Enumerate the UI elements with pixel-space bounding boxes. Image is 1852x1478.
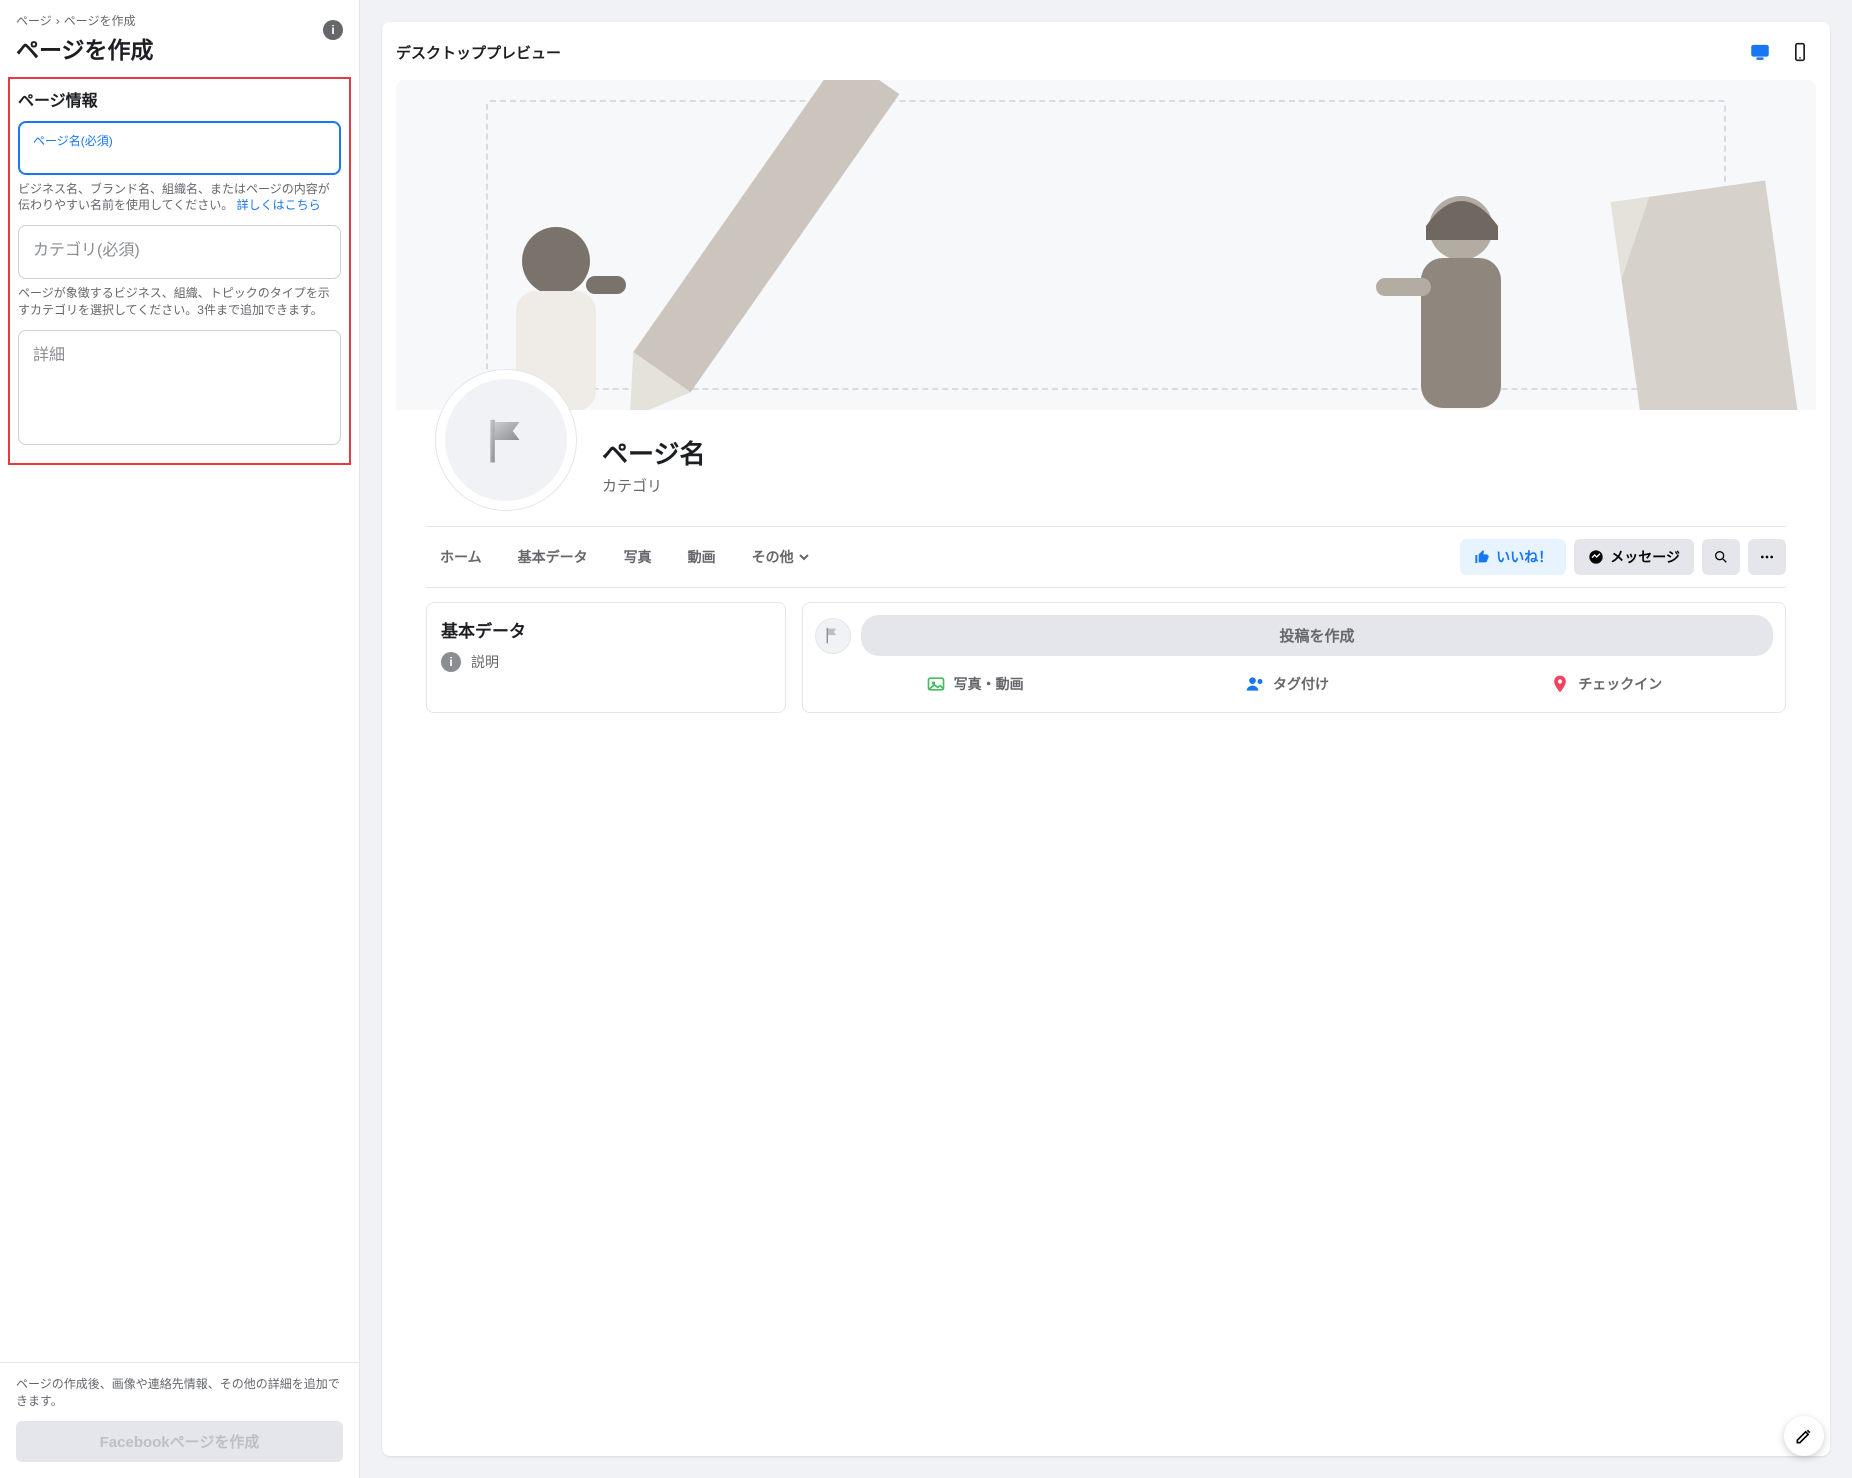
avatar-placeholder <box>445 379 567 501</box>
preview-title: デスクトッププレビュー <box>396 42 561 63</box>
composer-checkin-label: チェックイン <box>1578 674 1662 694</box>
search-button[interactable] <box>1702 539 1740 575</box>
page-name-preview: ページ名 <box>602 434 705 471</box>
flag-icon <box>822 625 844 647</box>
page-name-label: ページ名(必須) <box>33 132 326 149</box>
device-toggle <box>1744 36 1816 68</box>
content-columns: 基本データ i 説明 投稿を作成 <box>426 602 1786 713</box>
tab-more[interactable]: その他 <box>738 533 824 581</box>
cover-photo-placeholder <box>396 80 1816 410</box>
chevron-down-icon <box>798 551 810 563</box>
create-page-button[interactable]: Facebookページを作成 <box>16 1421 343 1462</box>
profile-avatar <box>436 370 576 510</box>
message-button[interactable]: メッセージ <box>1574 539 1694 575</box>
about-description-row: i 説明 <box>441 652 771 672</box>
category-helper: ページが象徴するビジネス、組織、トピックのタイプを示すカテゴリを選択してください… <box>18 285 341 317</box>
page-name-field[interactable]: ページ名(必須) <box>18 121 341 175</box>
page-info-section: ページ情報 ページ名(必須) ビジネス名、ブランド名、組織名、またはページの内容… <box>8 77 351 465</box>
thumbs-up-icon <box>1474 549 1490 565</box>
tag-people-icon <box>1245 674 1265 694</box>
messenger-icon <box>1588 549 1604 565</box>
description-field[interactable]: 詳細 <box>18 330 341 445</box>
page-info-label: ページ情報 <box>18 87 341 111</box>
about-card: 基本データ i 説明 <box>426 602 786 713</box>
tab-about[interactable]: 基本データ <box>504 533 602 581</box>
preview-card: デスクトッププレビュー <box>382 22 1830 1456</box>
info-icon[interactable]: i <box>323 20 343 40</box>
message-button-label: メッセージ <box>1610 547 1680 567</box>
tab-more-label: その他 <box>752 547 794 567</box>
category-field[interactable]: カテゴリ(必須) <box>18 225 341 279</box>
page-name-helper: ビジネス名、ブランド名、組織名、またはページの内容が伝わりやすい名前を使用してく… <box>18 181 341 213</box>
tabs-left: ホーム 基本データ 写真 動画 その他 <box>426 533 824 581</box>
breadcrumb-separator: › <box>56 14 60 28</box>
preview-header: デスクトッププレビュー <box>396 36 1816 68</box>
learn-more-link[interactable]: 詳しくはこちら <box>237 198 321 212</box>
composer-tag[interactable]: タグ付け <box>1235 668 1339 700</box>
flag-icon <box>479 413 533 467</box>
like-button-label: いいね！ <box>1496 547 1552 567</box>
create-page-sidebar: ページ › ページを作成 ページを作成 i ページ情報 ページ名(必須) ビジネ… <box>0 0 360 1478</box>
page-category-preview: カテゴリ <box>602 475 705 496</box>
breadcrumb: ページ › ページを作成 <box>16 12 343 29</box>
composer-avatar <box>815 618 851 654</box>
composer-checkin[interactable]: チェックイン <box>1540 668 1672 700</box>
edit-icon <box>1794 1426 1814 1446</box>
sidebar-title: ページを作成 <box>16 31 343 65</box>
composer-top: 投稿を作成 <box>815 615 1773 656</box>
composer-photo-video-label: 写真・動画 <box>954 674 1024 694</box>
search-icon <box>1713 549 1729 565</box>
ellipsis-icon <box>1759 549 1775 565</box>
photo-video-icon <box>926 674 946 694</box>
breadcrumb-root-link[interactable]: ページ <box>16 12 52 29</box>
tabs-row: ホーム 基本データ 写真 動画 その他 いいね！ <box>426 527 1786 588</box>
composer-tag-label: タグ付け <box>1273 674 1329 694</box>
breadcrumb-leaf: ページを作成 <box>64 12 136 29</box>
composer-actions: 写真・動画 タグ付け チェックイン <box>815 668 1773 700</box>
sidebar-footer: ページの作成後、画像や連絡先情報、その他の詳細を追加できます。 Facebook… <box>0 1362 359 1478</box>
category-placeholder: カテゴリ(必須) <box>33 236 326 260</box>
about-card-title: 基本データ <box>441 617 771 642</box>
about-description-label: 説明 <box>471 652 499 672</box>
mobile-icon[interactable] <box>1784 36 1816 68</box>
tab-videos[interactable]: 動画 <box>674 533 730 581</box>
tab-photos[interactable]: 写真 <box>610 533 666 581</box>
tabs-right: いいね！ メッセージ <box>1460 539 1786 575</box>
desktop-icon[interactable] <box>1744 36 1776 68</box>
create-post-input[interactable]: 投稿を作成 <box>861 615 1773 656</box>
like-button[interactable]: いいね！ <box>1460 539 1566 575</box>
description-placeholder: 詳細 <box>33 341 326 365</box>
info-icon: i <box>441 652 461 672</box>
footer-note: ページの作成後、画像や連絡先情報、その他の詳細を追加できます。 <box>16 1375 343 1409</box>
profile-row: ページ名 カテゴリ <box>426 410 1786 527</box>
post-composer: 投稿を作成 写真・動画 タグ付け チェックイン <box>802 602 1786 713</box>
preview-area: デスクトッププレビュー <box>360 0 1852 1478</box>
illustration-person-right <box>1366 168 1536 410</box>
tab-home[interactable]: ホーム <box>426 533 496 581</box>
location-pin-icon <box>1550 674 1570 694</box>
page-identity: ページ名 カテゴリ <box>576 434 705 510</box>
edit-fab[interactable] <box>1784 1416 1824 1456</box>
illustration-pencil-right <box>1569 175 1816 410</box>
sidebar-header: ページ › ページを作成 ページを作成 i <box>0 0 359 73</box>
composer-photo-video[interactable]: 写真・動画 <box>916 668 1034 700</box>
more-options-button[interactable] <box>1748 539 1786 575</box>
